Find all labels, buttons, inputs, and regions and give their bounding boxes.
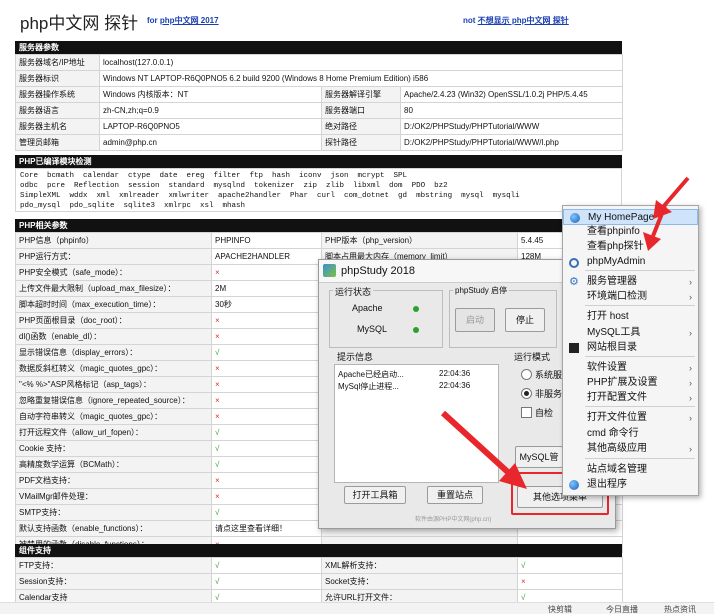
status-bar: 快剪辑 今日直播 热点资讯	[0, 602, 714, 614]
statusbar-item[interactable]: 快剪辑	[548, 604, 572, 615]
statusbar-item[interactable]: 今日直播	[606, 604, 638, 615]
arrow-to-homepage-icon	[653, 176, 690, 219]
statusbar-item[interactable]: 热点资讯	[664, 604, 696, 615]
annotation-arrows	[440, 176, 690, 489]
arrow-to-button-icon	[440, 410, 527, 489]
